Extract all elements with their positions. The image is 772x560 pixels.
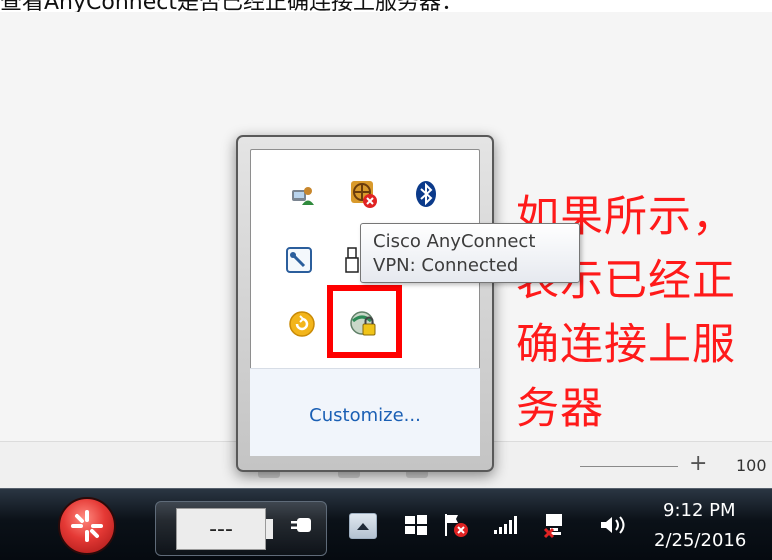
signal-bars-icon[interactable] [487, 510, 527, 540]
zoom-slider-track[interactable] [580, 466, 678, 467]
power-plug-icon[interactable] [287, 510, 317, 540]
vpn-icon-highlight [327, 285, 402, 358]
battery-indicator[interactable]: --- [176, 508, 266, 550]
network-error-icon[interactable] [349, 179, 379, 209]
battery-tip [266, 519, 273, 539]
zoom-in-icon[interactable]: + [689, 451, 707, 476]
clock-date[interactable]: 2/25/2016 [654, 530, 746, 551]
tool-settings-icon[interactable] [285, 246, 315, 276]
tooltip-status: VPN: Connected [373, 255, 519, 276]
tooltip-title: Cisco AnyConnect [373, 231, 536, 252]
annotation-line: 确连接上服 [516, 320, 736, 370]
vpn-status-tooltip: Cisco AnyConnect VPN: Connected [360, 223, 580, 283]
usb-device-icon[interactable] [343, 246, 361, 276]
zoom-level: 100 [736, 456, 767, 475]
start-logo-icon [71, 510, 103, 542]
customize-link[interactable]: Customize... [238, 405, 492, 426]
show-hidden-icons-button[interactable] [349, 513, 377, 539]
action-center-icon[interactable] [441, 510, 471, 540]
bluetooth-icon[interactable] [411, 179, 441, 209]
volume-icon[interactable] [596, 510, 632, 540]
chevron-up-icon [357, 523, 369, 530]
network-disconnected-icon[interactable] [539, 510, 573, 540]
annotation-line: 务器 [516, 384, 604, 434]
update-icon[interactable] [287, 309, 317, 339]
page-caption: 查看AnyConnect是否已经正确连接上服务器： [0, 0, 463, 15]
network-user-icon[interactable] [287, 179, 317, 209]
windows-flag-icon[interactable] [401, 510, 431, 540]
clock-time[interactable]: 9:12 PM [663, 500, 736, 521]
start-button[interactable] [58, 497, 116, 555]
